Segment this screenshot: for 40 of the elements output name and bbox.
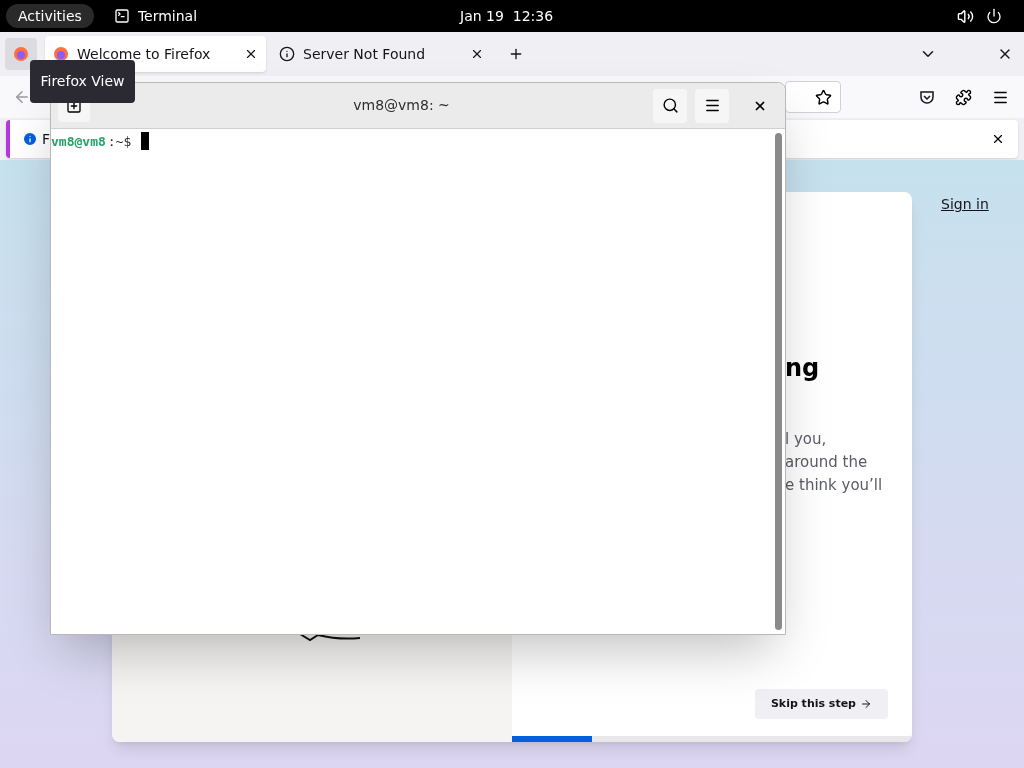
terminal-icon <box>113 8 130 24</box>
clock[interactable]: Jan 19 12:36 <box>460 5 554 27</box>
info-icon <box>279 46 295 62</box>
power-icon[interactable] <box>986 8 1002 24</box>
info-icon <box>22 131 38 147</box>
search-icon <box>661 97 679 114</box>
close-icon[interactable] <box>244 47 258 61</box>
bookmark-star-icon[interactable] <box>815 88 832 106</box>
paragraph-line: around the <box>785 452 869 473</box>
shield-icon[interactable] <box>919 89 935 105</box>
search-button[interactable] <box>653 88 687 123</box>
tooltip: Firefox View <box>30 60 135 103</box>
activities-button[interactable]: Activities <box>6 4 94 28</box>
illustration-drawing <box>298 632 362 642</box>
notification-text: F <box>42 129 51 149</box>
close-icon[interactable] <box>470 47 484 61</box>
back-icon[interactable] <box>13 88 31 106</box>
prompt-user: vm8@vm8 <box>51 133 106 151</box>
paragraph-line: e think you’ll <box>785 475 884 496</box>
arrow-icon <box>860 698 872 710</box>
tab-title: Server Not Found <box>303 44 427 64</box>
prompt-path: :~$ <box>107 133 132 151</box>
skip-step-button[interactable]: Skip this step <box>754 689 888 719</box>
new-tab-icon[interactable] <box>508 46 524 62</box>
paragraph-line: l you, <box>785 429 828 450</box>
firefox-icon <box>13 46 29 62</box>
cursor <box>141 132 150 150</box>
extensions-icon[interactable] <box>955 88 972 106</box>
sign-in-link[interactable]: Sign in <box>941 194 989 215</box>
window-title: vm8@vm8: ~ <box>352 96 451 115</box>
menu-button[interactable] <box>695 88 729 123</box>
app-name[interactable]: Terminal <box>137 5 198 27</box>
url-field[interactable] <box>785 81 841 113</box>
volume-icon[interactable] <box>957 7 974 25</box>
menu-icon <box>703 97 721 114</box>
firefox-view-button[interactable] <box>5 38 37 70</box>
heading: ng <box>785 353 821 384</box>
browser-tab[interactable]: Server Not Found <box>271 36 492 72</box>
firefox-icon <box>53 46 69 62</box>
close-icon[interactable] <box>991 132 1005 146</box>
